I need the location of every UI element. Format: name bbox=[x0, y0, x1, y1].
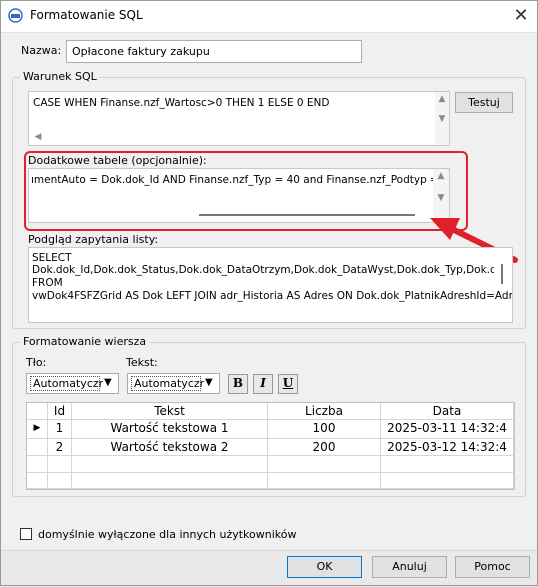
current-row-icon: ▶ bbox=[27, 420, 48, 439]
row-format-legend: Formatowanie wiersza bbox=[20, 335, 150, 348]
help-button[interactable]: Pomoc bbox=[455, 556, 530, 578]
preview-line: Dok.dok_Id,Dok.dok_Status,Dok.dok_DataOt… bbox=[32, 264, 494, 276]
name-value: Opłacone faktury zakupu bbox=[72, 45, 210, 58]
column-header-text[interactable]: Tekst bbox=[72, 403, 268, 420]
bg-color-value: Automatyczr bbox=[33, 377, 104, 390]
empty-cell bbox=[48, 456, 72, 473]
table-cell[interactable]: 100 bbox=[268, 420, 381, 439]
chevron-down-icon[interactable]: ▼ bbox=[205, 377, 213, 388]
table-cell[interactable]: 2025-03-11 14:32:4 bbox=[381, 420, 514, 439]
name-label: Nazwa: bbox=[21, 44, 62, 57]
scroll-left-icon[interactable]: ◀ bbox=[31, 132, 45, 142]
row-indicator-header bbox=[27, 403, 48, 420]
empty-cell bbox=[72, 473, 268, 489]
empty-cell bbox=[268, 473, 381, 489]
sql-condition-input[interactable]: CASE WHEN Finanse.nzf_Wartosc>0 THEN 1 E… bbox=[28, 91, 450, 146]
preview-line: FROM bbox=[32, 277, 63, 289]
ok-button[interactable]: OK bbox=[287, 556, 362, 578]
name-field[interactable]: Opłacone faktury zakupu bbox=[66, 40, 362, 63]
italic-button[interactable]: I bbox=[253, 374, 273, 394]
column-header-id[interactable]: Id bbox=[48, 403, 72, 420]
sql-condition-text: CASE WHEN Finanse.nzf_Wartosc>0 THEN 1 E… bbox=[33, 97, 330, 109]
close-icon[interactable]: ✕ bbox=[508, 4, 534, 28]
empty-cell bbox=[48, 473, 72, 489]
table-cell[interactable]: Wartość tekstowa 1 bbox=[72, 420, 268, 439]
highlight-frame bbox=[24, 151, 468, 231]
window-title: Formatowanie SQL bbox=[30, 8, 143, 22]
preview-scroll-thumb[interactable] bbox=[501, 264, 503, 284]
format-preview-grid: Id Tekst Liczba Data ▶ 1 Wartość tekstow… bbox=[26, 402, 515, 490]
bg-color-select[interactable]: Automatyczr ▼ bbox=[26, 373, 119, 394]
table-cell[interactable]: Wartość tekstowa 2 bbox=[72, 439, 268, 456]
preview-box: SELECT Dok.dok_Id,Dok.dok_Status,Dok.dok… bbox=[28, 247, 513, 323]
bg-color-label: Tło: bbox=[26, 356, 47, 369]
table-cell[interactable]: 2 bbox=[48, 439, 72, 456]
cancel-button[interactable]: Anuluj bbox=[372, 556, 447, 578]
text-color-label: Tekst: bbox=[126, 356, 158, 369]
scroll-down-icon[interactable]: ▼ bbox=[435, 114, 449, 124]
empty-cell bbox=[381, 456, 514, 473]
row-indicator bbox=[27, 439, 48, 456]
text-color-value: Automatyczr bbox=[134, 377, 205, 390]
empty-cell bbox=[381, 473, 514, 489]
empty-cell bbox=[27, 473, 48, 489]
app-icon bbox=[8, 8, 23, 23]
table-cell[interactable]: 1 bbox=[48, 420, 72, 439]
preview-label: Podgląd zapytania listy: bbox=[28, 233, 159, 246]
test-button[interactable]: Testuj bbox=[455, 92, 513, 113]
underline-button[interactable]: U bbox=[278, 374, 298, 394]
text-color-select[interactable]: Automatyczr ▼ bbox=[127, 373, 220, 394]
default-disabled-label: domyślnie wyłączone dla innych użytkowni… bbox=[38, 528, 297, 541]
column-header-number[interactable]: Liczba bbox=[268, 403, 381, 420]
chevron-down-icon[interactable]: ▼ bbox=[104, 377, 112, 388]
empty-cell bbox=[72, 456, 268, 473]
empty-cell bbox=[268, 456, 381, 473]
sql-condition-legend: Warunek SQL bbox=[20, 70, 100, 83]
scroll-up-icon[interactable]: ▲ bbox=[435, 94, 449, 104]
column-header-date[interactable]: Data bbox=[381, 403, 514, 420]
sql-condition-scrollbar[interactable]: ▲ ▼ bbox=[435, 92, 449, 145]
preview-line: vwDok4FSFZGrid AS Dok LEFT JOIN adr_Hist… bbox=[32, 290, 512, 302]
preview-line: SELECT bbox=[32, 252, 72, 264]
default-disabled-checkbox[interactable] bbox=[20, 528, 32, 540]
empty-cell bbox=[27, 456, 48, 473]
table-cell[interactable]: 200 bbox=[268, 439, 381, 456]
bold-button[interactable]: B bbox=[228, 374, 248, 394]
table-cell[interactable]: 2025-03-12 14:32:4 bbox=[381, 439, 514, 456]
